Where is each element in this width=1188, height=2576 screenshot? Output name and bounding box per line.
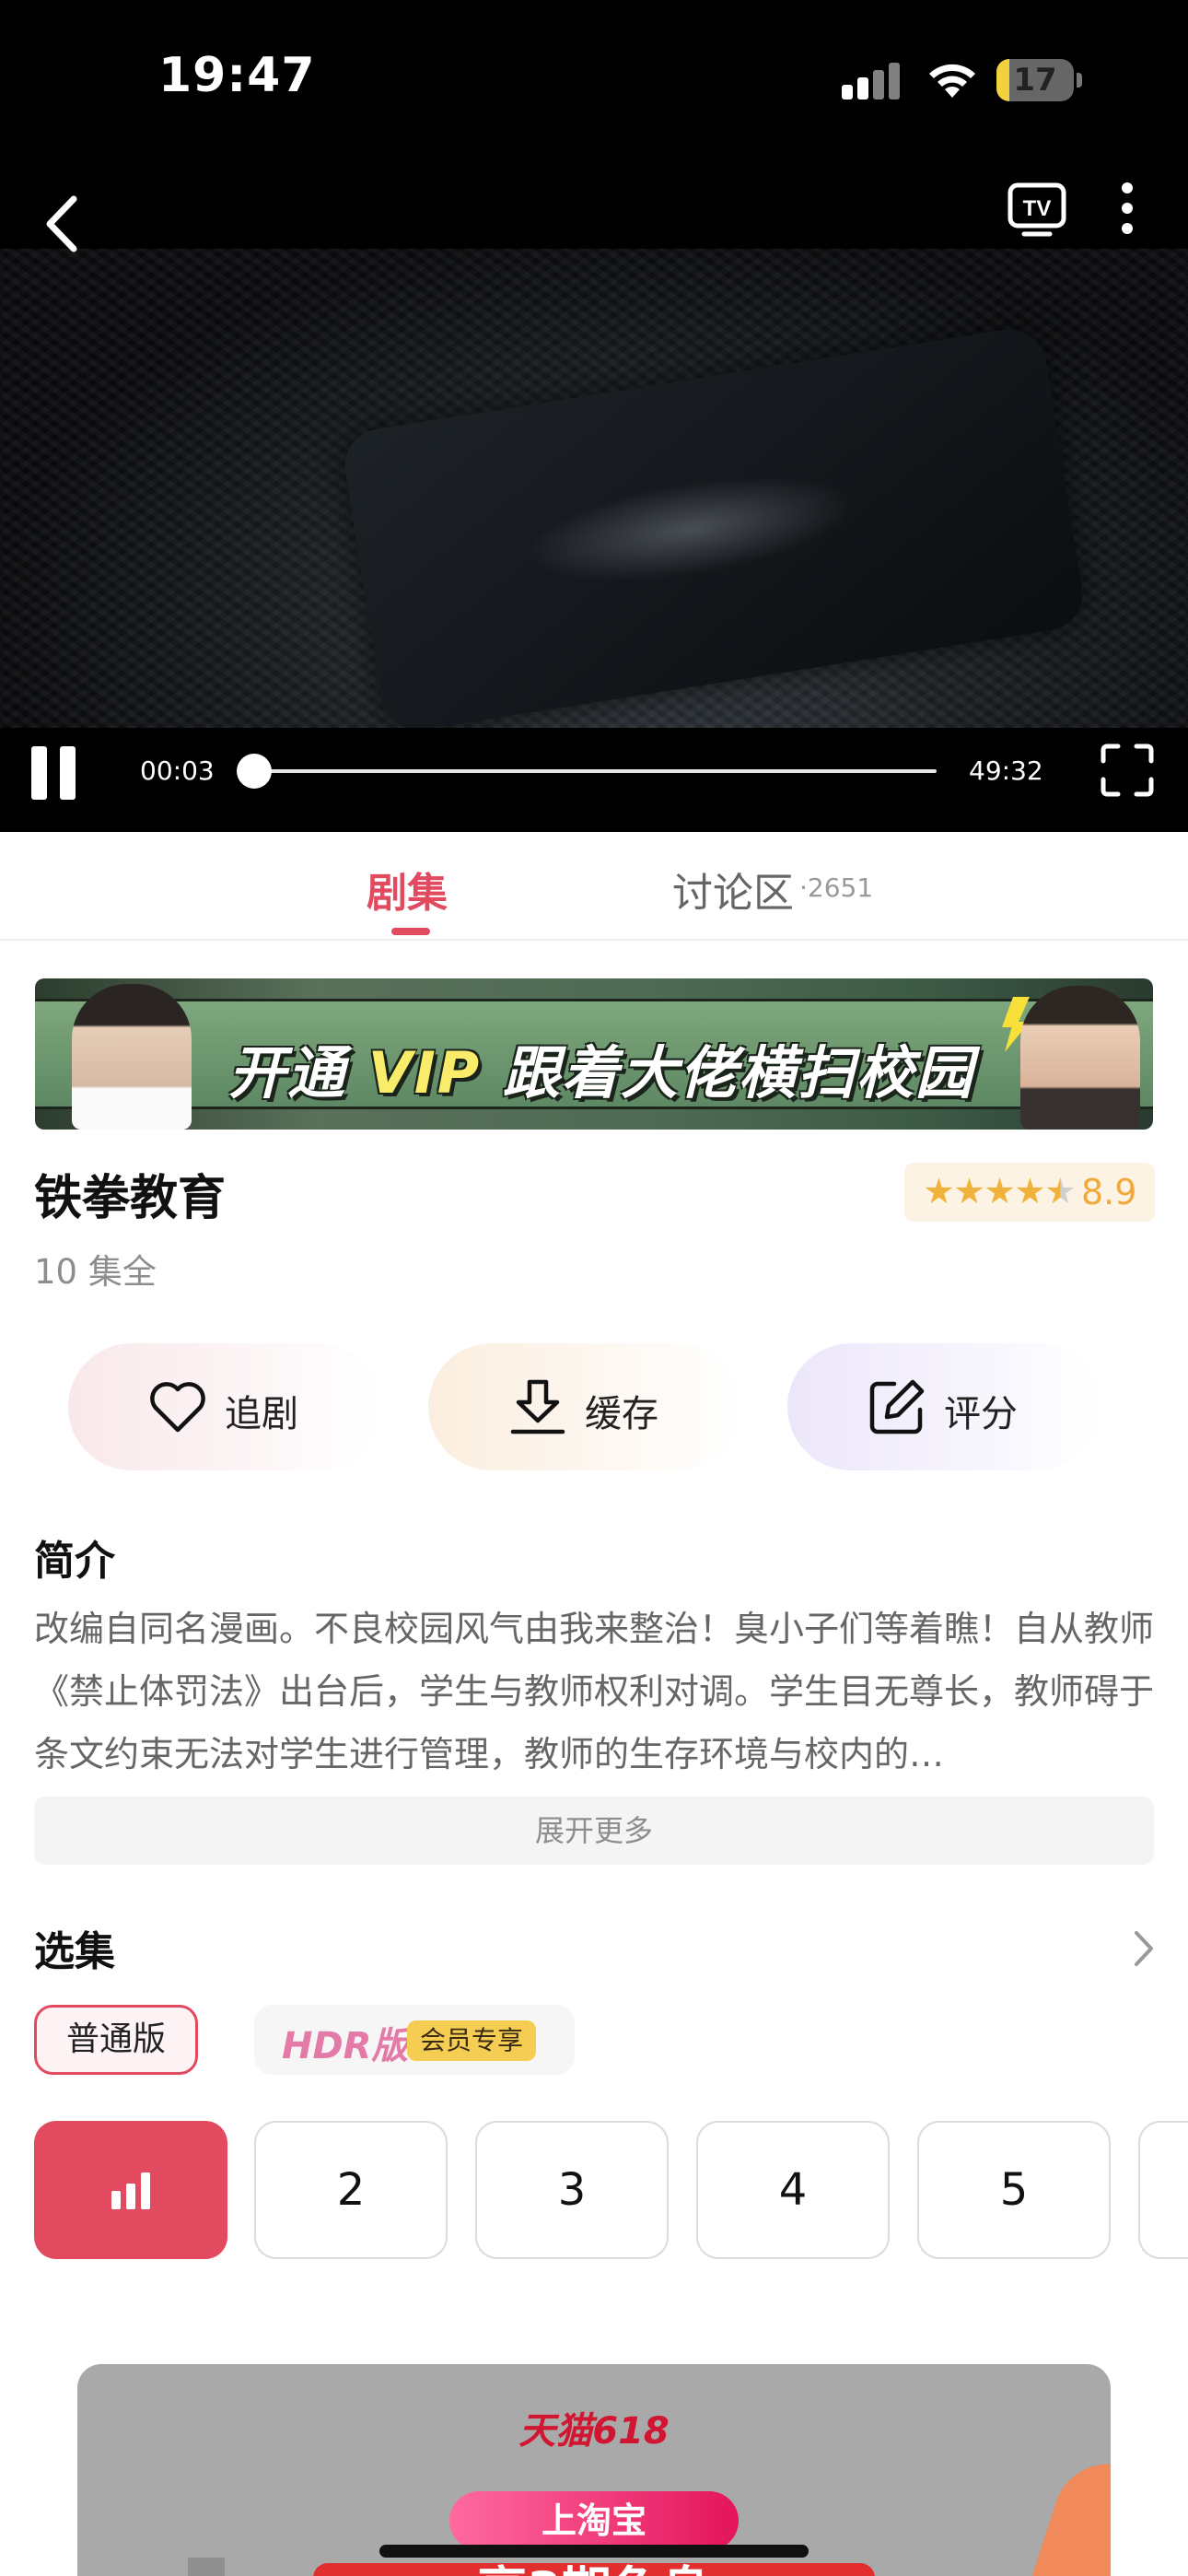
episode-count: 10 集全	[34, 1252, 157, 1292]
synopsis-title: 简介	[34, 1538, 115, 1585]
version-hdr-button[interactable]: HDR版 会员专享	[254, 2005, 575, 2075]
heart-icon	[150, 1382, 205, 1433]
episode-item[interactable]: 4	[696, 2121, 890, 2259]
episode-item[interactable]: 3	[475, 2121, 669, 2259]
star-icon	[1046, 1177, 1075, 1204]
tv-icon[interactable]: TV	[1007, 182, 1066, 238]
star-icon	[925, 1177, 953, 1204]
episode-item[interactable]: 2	[254, 2121, 448, 2259]
cellular-signal-icon	[842, 63, 904, 100]
tab-episodes[interactable]: 剧集	[367, 860, 448, 919]
svg-text:TV: TV	[1023, 196, 1052, 221]
episodes-title: 选集	[34, 1928, 115, 1975]
version-normal-button[interactable]: 普通版	[34, 2005, 198, 2075]
show-title: 铁拳教育	[34, 1171, 227, 1226]
expand-more-button[interactable]: 展开更多	[34, 1797, 1154, 1865]
chevron-right-icon[interactable]	[1129, 1926, 1157, 1972]
synopsis-text: 改编自同名漫画。不良校园风气由我来整治！臭小子们等着瞧！自从教师《禁止体罚法》出…	[34, 1609, 1154, 1774]
rate-button[interactable]: 评分	[787, 1343, 1101, 1470]
playing-bars-icon	[111, 2172, 152, 2209]
video-frame[interactable]	[0, 249, 1188, 746]
download-label: 缓存	[585, 1393, 658, 1435]
hdr-label: HDR版	[282, 2025, 409, 2067]
battery-level: 17	[1013, 62, 1057, 99]
discussion-count: ·2651	[799, 872, 874, 903]
episode-item[interactable]: 5	[917, 2121, 1111, 2259]
rating-score: 8.9	[1081, 1172, 1137, 1212]
progress-thumb[interactable]	[237, 754, 272, 789]
total-time: 49:32	[969, 755, 1043, 786]
download-icon	[510, 1379, 565, 1434]
star-rating	[925, 1177, 1075, 1207]
battery-icon: 17	[996, 59, 1083, 101]
chevron-left-icon[interactable]	[37, 192, 88, 256]
edit-icon	[869, 1379, 925, 1434]
download-button[interactable]: 缓存	[428, 1343, 741, 1470]
tab-discussion[interactable]: 讨论区	[672, 860, 794, 919]
ad-brand: 天猫618	[518, 2410, 670, 2453]
status-time: 19:47	[158, 48, 316, 103]
character-right-image	[1020, 986, 1140, 1130]
star-icon	[1016, 1177, 1044, 1204]
banner-text: 开通 VIP 跟着大佬横扫校园	[228, 1039, 974, 1107]
vertical-dots-icon[interactable]	[1112, 181, 1142, 236]
content-tabs: 剧集 讨论区 ·2651	[0, 832, 1188, 941]
ad-pill: 上淘宝	[449, 2491, 739, 2550]
rating-badge[interactable]: 8.9	[904, 1163, 1155, 1222]
vip-only-tag: 会员专享	[407, 2020, 537, 2061]
home-indicator[interactable]	[379, 2545, 809, 2558]
episode-item[interactable]: 6	[1138, 2121, 1188, 2259]
ad-decoration	[1021, 2449, 1111, 2576]
progress-bar[interactable]	[253, 769, 937, 773]
star-icon	[955, 1177, 984, 1204]
active-tab-indicator	[391, 928, 430, 935]
ad-headline: 享3期免息	[313, 2563, 875, 2576]
episode-1-playing[interactable]	[34, 2121, 227, 2259]
episode-list: 2 3 4 5 6	[34, 2121, 1188, 2259]
vip-promo-banner[interactable]: 开通 VIP 跟着大佬横扫校园	[35, 978, 1153, 1130]
star-icon	[985, 1177, 1014, 1204]
status-bar: 19:47 17	[0, 0, 1188, 157]
current-time: 00:03	[140, 755, 215, 786]
fullscreen-icon[interactable]	[1100, 743, 1155, 798]
ad-decoration	[188, 2558, 225, 2576]
rate-label: 评分	[944, 1393, 1018, 1435]
follow-label: 追剧	[225, 1393, 298, 1435]
follow-button[interactable]: 追剧	[68, 1343, 381, 1470]
wifi-icon	[929, 64, 975, 98]
pause-icon[interactable]	[31, 746, 77, 800]
